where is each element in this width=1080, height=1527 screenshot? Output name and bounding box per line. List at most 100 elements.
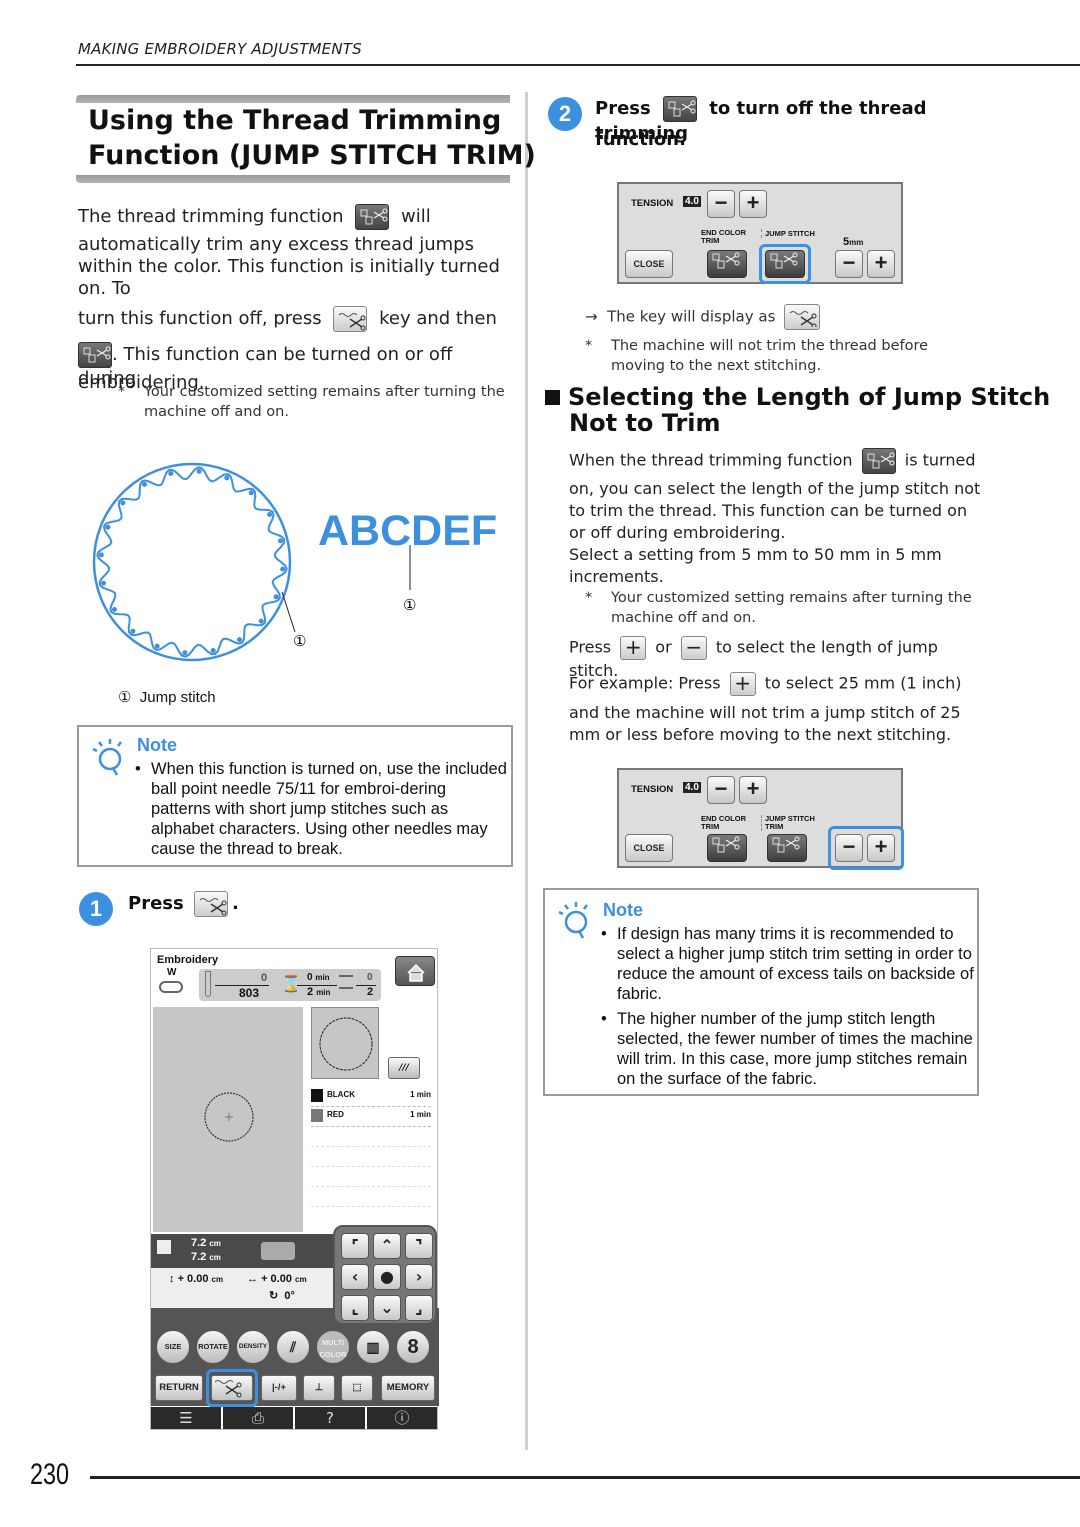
thread-row: RED 1 min [311, 1107, 431, 1127]
embroidery-preview-area[interactable] [153, 1007, 303, 1232]
move-down-right-button[interactable]: ⌟ [405, 1295, 433, 1321]
stitch-dot [237, 637, 242, 643]
minus-key-icon: − [680, 636, 707, 660]
machine-screen: Embroidery W 0 803 ⌛ 0 min 2 min 0 2 ///… [150, 948, 439, 1430]
column-divider [525, 92, 528, 1450]
trial-button[interactable]: ⬚ [341, 1375, 373, 1401]
progress-counter-bar: 0 803 ⌛ 0 min 2 min 0 2 [199, 969, 381, 1001]
tension-panel: TENSION 4.0 − + END COLOR TRIM JUMP STIT… [617, 182, 903, 284]
callout-line [281, 591, 296, 633]
note-label: Note [603, 900, 643, 920]
stitch-dot [142, 481, 147, 487]
stitch-dot [101, 580, 106, 586]
start-point-button[interactable]: ⊥ [303, 1375, 335, 1401]
move-up-right-button[interactable]: ⌝ [405, 1233, 433, 1259]
thread-trim-on-key-icon [861, 448, 896, 474]
stitch-dot [258, 618, 264, 624]
mirror-button[interactable]: ⫽ [275, 1329, 311, 1365]
thread-trim-on-key-icon [663, 96, 697, 122]
title-bar-bottom [76, 175, 510, 183]
hoop-icon [261, 1242, 295, 1260]
thread-trim-on-key-icon [78, 342, 112, 368]
square-bullet-icon [545, 390, 560, 405]
jump-stitch-illustration: ① ABCDEF ① [92, 462, 497, 662]
stitch-dot [182, 650, 188, 656]
spool-icon [339, 975, 353, 989]
move-left-button[interactable]: ‹ [341, 1264, 369, 1290]
multi-color-button[interactable]: MULTI COLOR [315, 1329, 351, 1365]
repeat-button[interactable]: 8 [395, 1329, 431, 1365]
stitch-dot [120, 500, 126, 506]
plus-key-icon: + [620, 636, 647, 660]
needle-position-button[interactable]: |-/+ [261, 1375, 297, 1401]
intro-text: automatically trim any excess thread jum… [78, 234, 500, 299]
illustration-legend: ① Jump stitch [118, 689, 216, 706]
end-color-trim-button[interactable] [707, 250, 747, 278]
length-plus-button[interactable]: + [867, 250, 895, 278]
thread-spool-icon [311, 1089, 323, 1102]
color-count-current: 0 [367, 972, 373, 983]
tab-settings[interactable]: ⓘ [367, 1407, 437, 1429]
jump-length-value: 5mm [843, 236, 864, 248]
size-button[interactable]: SIZE [155, 1329, 191, 1365]
density-button[interactable]: DENSITY [235, 1329, 271, 1365]
color-count-total: 2 [367, 986, 374, 998]
stitch-dot [130, 628, 136, 634]
tension-minus-button[interactable]: − [707, 776, 735, 804]
subsection-title: Selecting the Length of Jump Stitch Not … [545, 384, 1050, 436]
tension-plus-button[interactable]: + [739, 190, 767, 218]
tension-plus-button[interactable]: + [739, 776, 767, 804]
stitch-dot [267, 512, 273, 517]
footer-rule [90, 1476, 1080, 1479]
jump-stitch-trim-button[interactable] [767, 834, 807, 862]
stitch-dot [280, 566, 286, 572]
intro-text: The thread trimming function [78, 206, 344, 227]
step-number-1: 1 [79, 892, 113, 926]
size-icon [157, 1240, 171, 1254]
tab-pattern-list[interactable]: ☰ [151, 1407, 221, 1429]
tension-minus-button[interactable]: − [707, 190, 735, 218]
close-button[interactable]: CLOSE [625, 250, 673, 278]
note-box: Note When this function is turned on, us… [77, 725, 513, 867]
tab-machine[interactable]: ⎙ [223, 1407, 293, 1429]
note-item: When this function is turned on, use the… [135, 759, 507, 859]
move-up-left-button[interactable]: ⌜ [341, 1233, 369, 1259]
circle-stitch-pattern [92, 462, 292, 662]
close-button[interactable]: CLOSE [625, 834, 673, 862]
thread-color-list: BLACK 1 min RED 1 min [311, 1087, 431, 1207]
move-right-button[interactable]: › [405, 1264, 433, 1290]
end-color-trim-button[interactable] [707, 834, 747, 862]
move-down-left-button[interactable]: ⌞ [341, 1295, 369, 1321]
lightbulb-icon [558, 902, 588, 939]
rotate-button[interactable]: ROTATE [195, 1329, 231, 1365]
stitch-dot [196, 468, 202, 474]
intro-text: turn this function off, press [78, 308, 322, 329]
stitch-dot [210, 648, 216, 653]
tension-panel-length: TENSION 4.0 − + END COLOR TRIM JUMP STIT… [617, 768, 904, 870]
position-info: ↕ + 0.00 cm ↔ + 0.00 cm ↻ 0° [151, 1268, 333, 1308]
screen-title: Embroidery [157, 954, 219, 966]
step2-result: → The key will display as * The machine … [585, 304, 980, 376]
home-button[interactable] [395, 956, 435, 986]
memory-button[interactable]: MEMORY [381, 1375, 435, 1401]
title-bar-top [76, 95, 510, 103]
move-up-button[interactable]: ⌃ [373, 1233, 401, 1259]
note-box: Note If design has many trims it is reco… [543, 888, 979, 1096]
move-down-button[interactable]: ⌄ [373, 1295, 401, 1321]
step1-instruction: Press . [128, 891, 239, 921]
thread-color-button[interactable]: ▥ [355, 1329, 391, 1365]
intro-paragraph: The thread trimming function will automa… [78, 204, 510, 394]
center-button[interactable]: ● [373, 1264, 401, 1290]
time-current: 0 min [307, 972, 330, 983]
tab-help[interactable]: ? [295, 1407, 365, 1429]
thread-row: BLACK 1 min [311, 1087, 431, 1107]
callout-marker: ① [293, 632, 306, 650]
page-title-line1: Using the Thread Trimming [88, 105, 502, 136]
stitch-dot [154, 643, 160, 649]
length-minus-button[interactable]: − [835, 250, 863, 278]
stitch-dot [278, 538, 283, 544]
subsection-body: When the thread trimming function is tur… [569, 448, 981, 588]
return-button[interactable]: RETURN [155, 1375, 203, 1401]
stitch-simulator-button[interactable]: /// [388, 1057, 420, 1079]
lightbulb-icon [92, 739, 122, 776]
